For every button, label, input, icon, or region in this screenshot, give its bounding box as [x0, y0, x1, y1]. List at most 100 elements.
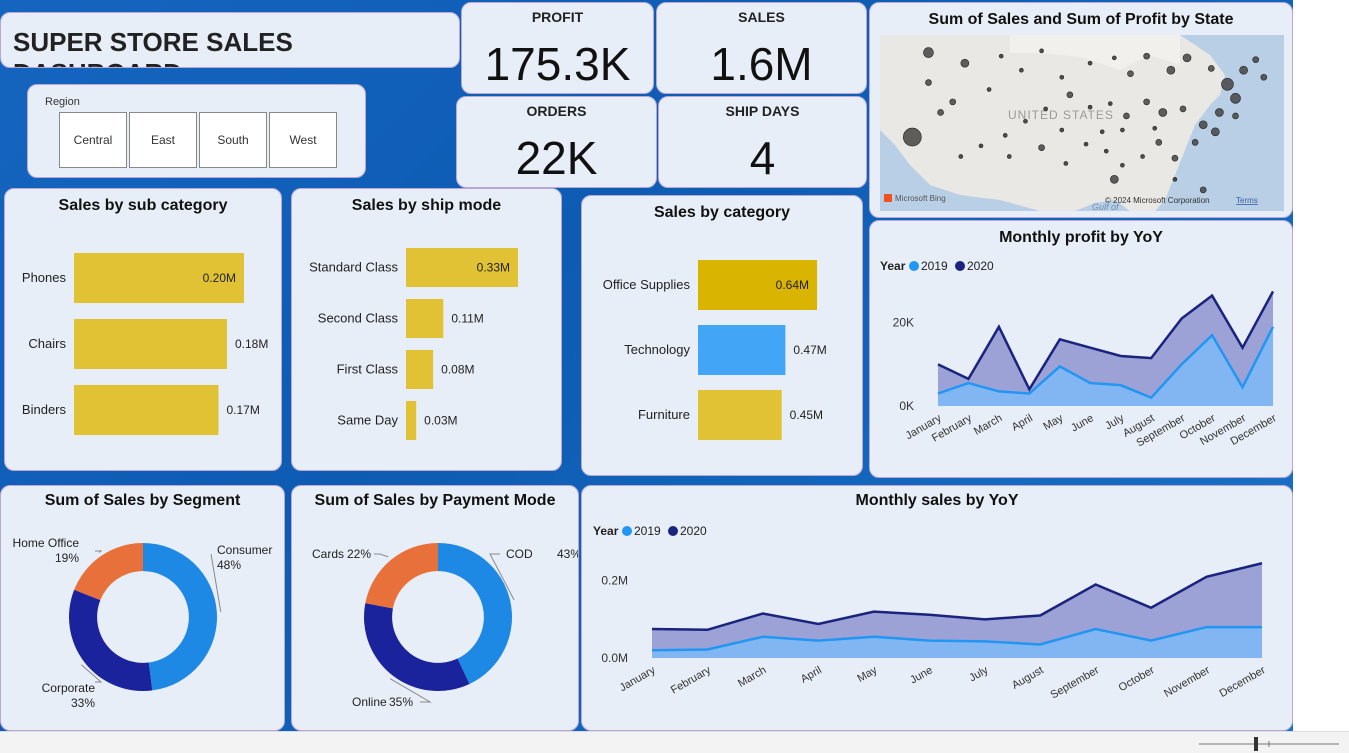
map-bubble-39[interactable]: [1063, 161, 1069, 166]
map-bubble-14[interactable]: [1143, 52, 1150, 60]
kpi-profit-value: 175.3K: [484, 38, 631, 90]
map-bubble-13[interactable]: [1127, 70, 1134, 78]
kpi-ship-days-card[interactable]: SHIP DAYS 4: [658, 96, 867, 188]
bar-ship_mode-2[interactable]: [406, 350, 434, 389]
map-terms-link[interactable]: Terms: [1236, 196, 1258, 205]
region-option-west[interactable]: West: [269, 112, 337, 168]
map-bubble-19[interactable]: [1239, 65, 1248, 75]
map-bubble-35[interactable]: [978, 143, 984, 149]
map-bubble-1[interactable]: [960, 58, 970, 68]
xtick-monthly_sales-2: March: [736, 664, 768, 690]
bar-label-category-1: Technology: [624, 342, 690, 357]
bar-ship_mode-1[interactable]: [406, 299, 444, 338]
legend-label-monthly_profit-1[interactable]: 2020: [967, 259, 994, 273]
map-bubble-16[interactable]: [1182, 53, 1192, 63]
region-option-east[interactable]: East: [129, 112, 197, 168]
map-bubble-20[interactable]: [1252, 56, 1260, 63]
map-bubble-24[interactable]: [1198, 120, 1208, 130]
map-bubble-47[interactable]: [1211, 127, 1220, 137]
slice-payment_mode-2[interactable]: [365, 543, 438, 609]
map-bubble-9[interactable]: [1039, 48, 1044, 54]
map-bubble-51[interactable]: [1099, 129, 1105, 135]
map-bubble-15[interactable]: [1166, 65, 1176, 75]
map-bubble-38[interactable]: [1038, 144, 1045, 151]
legend-label-monthly_sales-0[interactable]: 2019: [634, 524, 661, 538]
kpi-sales-card[interactable]: SALES 1.6M: [656, 2, 867, 94]
map-bubble-29[interactable]: [1107, 101, 1113, 106]
map-bubble-22[interactable]: [1230, 93, 1241, 104]
map-bubble-18[interactable]: [1221, 77, 1234, 91]
monthly-sales-chart[interactable]: Year 2019 2020 0.0M 0.2M January February March…: [582, 516, 1293, 731]
zoom-slider[interactable]: [1189, 732, 1349, 753]
region-option-south[interactable]: South: [199, 112, 267, 168]
map-bubble-40[interactable]: [1083, 141, 1089, 147]
map-bubble-25[interactable]: [1179, 105, 1187, 113]
map-bubble-41[interactable]: [1103, 148, 1109, 154]
bar-category-2[interactable]: [698, 390, 782, 440]
map-bubble-27[interactable]: [1143, 98, 1150, 106]
monthly-profit-card: Monthly profit by YoY Year 2019 2020 0K 20K J…: [869, 220, 1293, 478]
map-card[interactable]: Sum of Sales and Sum of Profit by State …: [869, 2, 1293, 218]
map-bubble-36[interactable]: [958, 154, 964, 159]
map-bubble-10[interactable]: [1059, 74, 1065, 80]
map-bubble-30[interactable]: [1087, 104, 1093, 110]
slice-segment-1[interactable]: [68, 589, 153, 691]
map-bubble-7[interactable]: [998, 53, 1004, 59]
slice-value-payment_mode-1: 35%: [389, 695, 413, 709]
segment-donut-chart[interactable]: Consumer48% Corporate33% Home Office19%: [1, 516, 285, 731]
map-bubble-2[interactable]: [925, 79, 932, 86]
map-bubble-28[interactable]: [1123, 112, 1130, 120]
map-bubble-43[interactable]: [1140, 154, 1145, 159]
map-bubble-21[interactable]: [1260, 73, 1268, 81]
map-bubble-8[interactable]: [1019, 67, 1024, 73]
map-bubble-44[interactable]: [1155, 139, 1163, 146]
map-bubble-0[interactable]: [923, 47, 934, 58]
map-bubble-31[interactable]: [1066, 91, 1074, 99]
map-bubble-3[interactable]: [949, 98, 957, 106]
xtick-monthly_sales-11: December: [1218, 664, 1268, 700]
map-bubble-55[interactable]: [1172, 177, 1178, 182]
map-bubble-26[interactable]: [1158, 108, 1168, 117]
slice-segment-0[interactable]: [143, 543, 218, 691]
map-bubble-17[interactable]: [1207, 65, 1215, 72]
map-bubble-50[interactable]: [1152, 125, 1158, 131]
category-chart[interactable]: Office Supplies 0.64M Technology 0.47M Furni…: [582, 229, 863, 476]
map-bubble-12[interactable]: [1112, 55, 1117, 61]
monthly-profit-chart[interactable]: Year 2019 20200K20KJanuaryFebruaryMarch Apr…: [870, 251, 1293, 478]
kpi-orders-card[interactable]: ORDERS 22K: [456, 96, 657, 188]
region-option-central[interactable]: Central: [59, 112, 127, 168]
us-map[interactable]: UNITED STATES Gulf of Microsoft Bing © 2…: [880, 35, 1284, 211]
map-bubble-33[interactable]: [1023, 118, 1028, 124]
map-bubble-6[interactable]: [986, 87, 992, 92]
map-bubble-46[interactable]: [1191, 139, 1199, 146]
map-bubble-4[interactable]: [903, 127, 922, 147]
slice-payment_mode-1[interactable]: [364, 603, 470, 691]
sub-category-chart[interactable]: Phones 0.20M Chairs 0.18M Binders 0.17M: [5, 222, 282, 471]
map-bubble-54[interactable]: [1199, 186, 1207, 194]
bar-value-sub_category-2: 0.17M: [227, 403, 260, 417]
map-bubble-48[interactable]: [1232, 112, 1239, 120]
map-bubble-49[interactable]: [1120, 127, 1125, 133]
kpi-profit-card[interactable]: PROFIT 175.3K: [461, 2, 654, 94]
map-bubble-53[interactable]: [1110, 175, 1119, 184]
ship-mode-chart[interactable]: Standard Class 0.33M Second Class 0.11M Firs…: [292, 222, 562, 471]
slice-segment-2[interactable]: [74, 543, 143, 601]
payment-mode-donut-chart[interactable]: COD 43% Online 35% Cards 22%: [292, 516, 579, 731]
map-bubble-5[interactable]: [937, 109, 944, 116]
map-bubble-11[interactable]: [1087, 60, 1093, 66]
leader-payment_mode-2: [374, 553, 389, 558]
bar-sub_category-2[interactable]: [74, 385, 219, 435]
map-bubble-23[interactable]: [1215, 108, 1224, 117]
map-bubble-52[interactable]: [1059, 127, 1065, 133]
map-bubble-32[interactable]: [1043, 106, 1048, 112]
legend-label-monthly_sales-1[interactable]: 2020: [680, 524, 707, 538]
legend-label-monthly_profit-0[interactable]: 2019: [921, 259, 948, 273]
bar-sub_category-1[interactable]: [74, 319, 227, 369]
map-bubble-42[interactable]: [1120, 162, 1125, 168]
bar-category-1[interactable]: [698, 325, 786, 375]
map-bubble-34[interactable]: [1002, 133, 1008, 138]
map-bubble-45[interactable]: [1171, 154, 1179, 162]
bar-ship_mode-3[interactable]: [406, 401, 417, 440]
map-bubble-37[interactable]: [1006, 154, 1012, 159]
zoom-thumb[interactable]: [1254, 737, 1258, 751]
